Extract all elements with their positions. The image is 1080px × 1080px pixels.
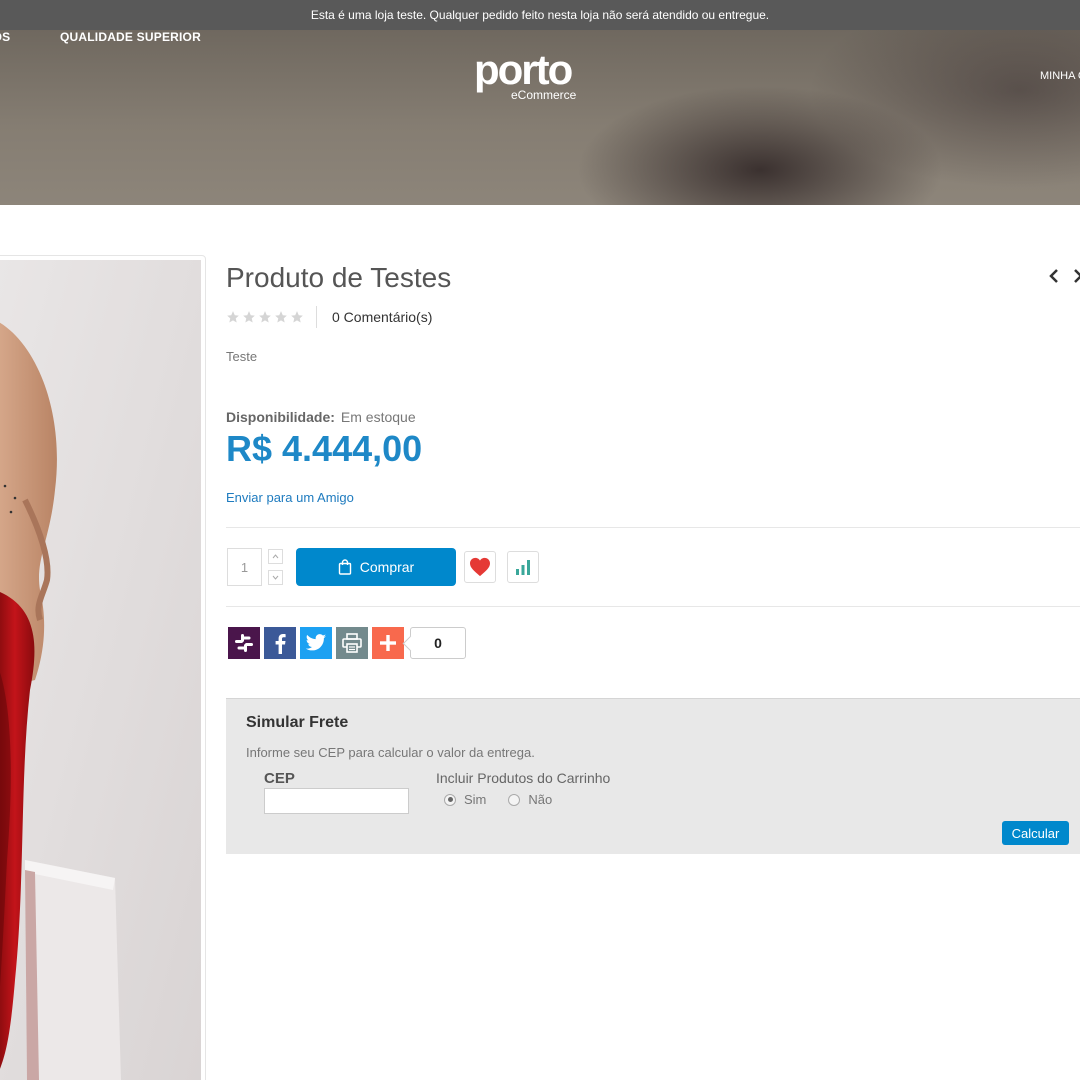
buy-button[interactable]: Comprar (296, 548, 456, 586)
store-notice-text: Esta é uma loja teste. Qualquer pedido f… (310, 8, 770, 22)
product-photo (0, 260, 201, 1080)
star-icon (227, 311, 239, 323)
addthis-plus-icon (380, 635, 396, 651)
quantity-increase-button[interactable] (268, 549, 283, 564)
include-cart-options: Sim Não (444, 792, 552, 807)
quantity-input[interactable] (227, 548, 262, 586)
shipping-title: Simular Frete (246, 714, 349, 731)
print-icon (342, 633, 362, 653)
calculate-shipping-button[interactable]: Calcular (1002, 821, 1069, 845)
reviews-link[interactable]: 0 Comentário(s) (332, 309, 432, 325)
rating-divider (316, 306, 317, 328)
divider (226, 527, 1080, 528)
site-header: E NÓS QUALIDADE SUPERIOR porto eCommerce… (0, 30, 1080, 205)
bar-chart-icon (516, 560, 530, 575)
radio-sim[interactable] (444, 793, 456, 806)
next-product-icon[interactable] (1070, 266, 1080, 286)
buy-button-label: Comprar (359, 559, 415, 575)
divider (226, 606, 1080, 607)
share-toolbar: 0 (228, 627, 466, 659)
more-share-button[interactable] (372, 627, 404, 659)
star-icon (291, 311, 303, 323)
include-cart-label: Incluir Produtos do Carrinho (436, 770, 611, 786)
product-photo-illustration (0, 260, 201, 1080)
nav-my-account-link[interactable]: MINHA C (1040, 70, 1080, 82)
add-to-wishlist-button[interactable] (464, 551, 496, 583)
radio-sim-label: Sim (464, 792, 487, 807)
shopping-bag-icon (338, 559, 351, 575)
nav-quality-link[interactable]: QUALIDADE SUPERIOR (60, 30, 201, 44)
facebook-icon (275, 634, 286, 654)
logo-wordmark: porto (474, 46, 573, 93)
chevron-up-icon (272, 554, 279, 559)
twitter-icon (305, 634, 327, 651)
star-icon (243, 311, 255, 323)
quantity-decrease-button[interactable] (268, 570, 283, 585)
product-short-description: Teste (226, 349, 258, 364)
product-price: R$ 4.444,00 (226, 428, 423, 469)
heart-icon (470, 557, 490, 577)
share-count-value: 0 (434, 635, 442, 651)
radio-nao[interactable] (508, 793, 521, 806)
send-to-friend-link[interactable]: Enviar para um Amigo (226, 490, 354, 505)
share-counter: 0 (410, 627, 466, 659)
star-icon (275, 311, 287, 323)
cep-input[interactable] (264, 788, 409, 814)
availability-value: Em estoque (340, 409, 416, 425)
rating-stars (226, 310, 304, 324)
star-icon (259, 311, 271, 323)
porto-logo[interactable]: porto eCommerce (474, 48, 594, 108)
store-notice-bar: Esta é uma loja teste. Qualquer pedido f… (0, 0, 1080, 30)
shipping-hint: Informe seu CEP para calcular o valor da… (246, 745, 535, 760)
shipping-simulator: Simular Frete Informe seu CEP para calcu… (226, 698, 1080, 854)
logo-subtitle: eCommerce (511, 88, 577, 102)
facebook-share-button[interactable] (264, 627, 296, 659)
add-to-compare-button[interactable] (507, 551, 539, 583)
slack-share-button[interactable] (228, 627, 260, 659)
twitter-share-button[interactable] (300, 627, 332, 659)
product-image-gallery[interactable] (0, 255, 206, 1080)
product-title: Produto de Testes (226, 262, 452, 293)
nav-about-link[interactable]: E NÓS (0, 30, 10, 44)
availability: Disponibilidade: Em estoque (226, 409, 416, 425)
slack-icon (235, 634, 253, 652)
radio-nao-label: Não (528, 792, 553, 807)
print-button[interactable] (336, 627, 368, 659)
prev-product-icon[interactable] (1046, 266, 1062, 286)
chevron-down-icon (272, 575, 279, 580)
availability-label: Disponibilidade: (226, 409, 335, 425)
cep-label: CEP (264, 770, 295, 787)
